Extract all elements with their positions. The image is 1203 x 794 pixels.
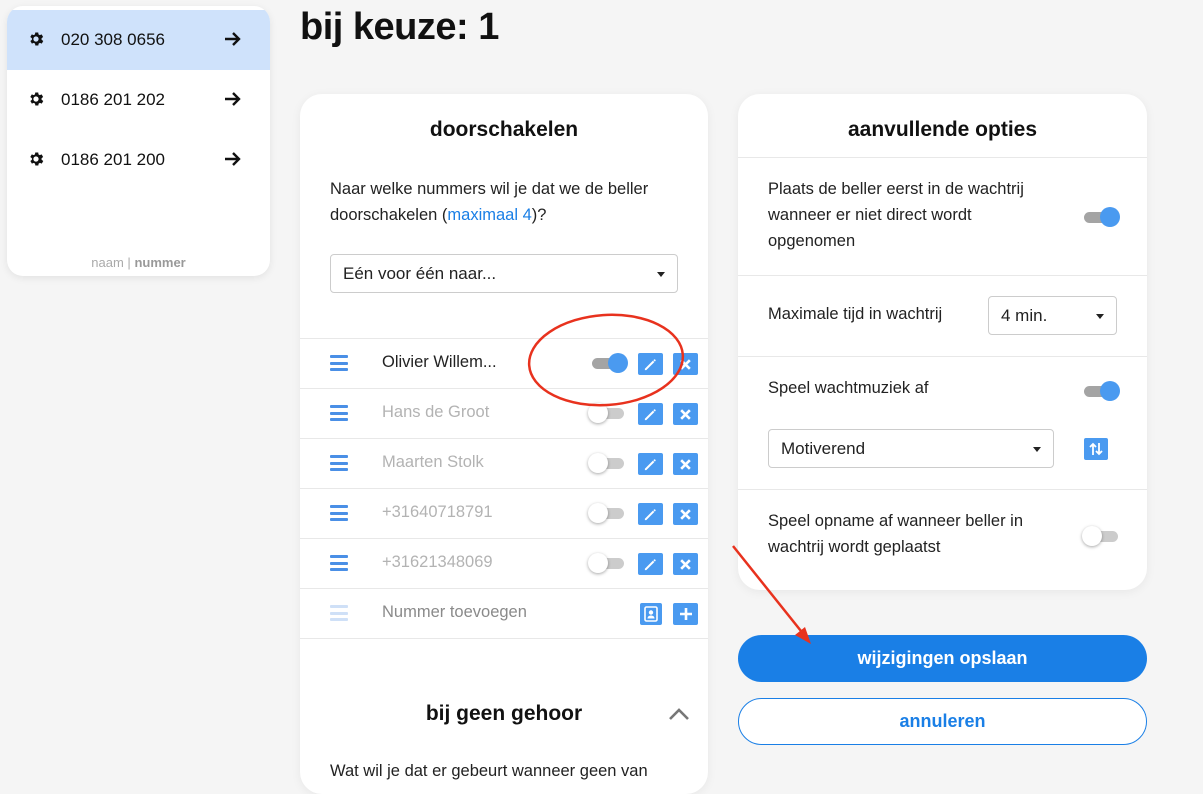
contact-name: +31640718791: [382, 503, 493, 521]
forwarding-question: Naar welke nummers wil je dat we de bell…: [330, 176, 690, 228]
max-wait-select[interactable]: 4 min.: [988, 296, 1117, 335]
options-card: aanvullende opties Plaats de beller eers…: [738, 94, 1147, 590]
number-label: 0186 201 202: [61, 90, 165, 109]
max-link[interactable]: maximaal 4: [447, 206, 531, 224]
close-icon: [680, 458, 691, 470]
drag-handle-icon[interactable]: [330, 505, 348, 521]
chevron-up-icon[interactable]: [668, 707, 690, 721]
arrow-right-icon[interactable]: [223, 29, 243, 49]
drag-handle-icon[interactable]: [330, 555, 348, 571]
delete-button[interactable]: [673, 453, 698, 475]
pencil-icon: [644, 358, 656, 370]
delete-button[interactable]: [673, 503, 698, 525]
edit-button[interactable]: [638, 503, 663, 525]
page-title: bij keuze: 1: [300, 6, 499, 48]
contact-row: Maarten Stolk: [300, 438, 708, 488]
music-sort-button[interactable]: [1084, 438, 1108, 460]
drag-handle-icon[interactable]: [330, 405, 348, 421]
question-end: )?: [531, 206, 547, 224]
music-value: Motiverend: [781, 438, 866, 458]
add-button[interactable]: [673, 603, 698, 625]
no-answer-question: Wat wil je dat er gebeurt wanneer geen v…: [330, 762, 648, 780]
contact-name: Olivier Willem...: [382, 353, 497, 371]
pencil-icon: [644, 558, 656, 570]
contact-toggle[interactable]: [588, 552, 626, 574]
gear-icon[interactable]: [27, 90, 45, 108]
close-icon: [680, 558, 691, 570]
edit-button[interactable]: [638, 553, 663, 575]
close-icon: [680, 508, 691, 520]
gear-icon[interactable]: [27, 150, 45, 168]
caret-down-icon: [1033, 446, 1041, 452]
sort-arrows-icon: [1089, 442, 1103, 456]
divider: [738, 489, 1147, 490]
close-icon: [680, 408, 691, 420]
pencil-icon: [644, 408, 656, 420]
contact-row: Hans de Groot: [300, 388, 708, 438]
contact-toggle[interactable]: [588, 502, 626, 524]
contact-row: Olivier Willem...: [300, 338, 708, 388]
music-toggle[interactable]: [1082, 380, 1120, 402]
caret-down-icon: [1096, 313, 1104, 319]
gear-icon[interactable]: [27, 30, 45, 48]
caret-down-icon: [657, 271, 665, 277]
close-icon: [680, 358, 691, 370]
sort-separator: |: [127, 255, 131, 270]
divider: [738, 157, 1147, 158]
number-label: 020 308 0656: [61, 30, 165, 49]
max-wait-value: 4 min.: [1001, 305, 1048, 325]
contact-name: +31621348069: [382, 553, 493, 571]
contact-name: Maarten Stolk: [382, 453, 484, 471]
edit-button[interactable]: [638, 453, 663, 475]
cancel-button[interactable]: annuleren: [738, 698, 1147, 745]
number-list-panel: 020 308 0656 0186 201 202 0186 201 200 n…: [7, 6, 270, 276]
pencil-icon: [644, 458, 656, 470]
plus-icon: [679, 608, 692, 620]
add-number-placeholder[interactable]: Nummer toevoegen: [382, 603, 527, 622]
pencil-icon: [644, 508, 656, 520]
edit-button[interactable]: [638, 403, 663, 425]
delete-button[interactable]: [673, 553, 698, 575]
number-label: 0186 201 200: [61, 150, 165, 169]
contact-toggle[interactable]: [588, 402, 626, 424]
options-title: aanvullende opties: [847, 118, 1038, 141]
recording-toggle[interactable]: [1082, 525, 1120, 547]
delete-button[interactable]: [673, 403, 698, 425]
queue-first-label: Plaats de beller eerst in de wachtrij wa…: [768, 180, 1024, 250]
contact-name: Hans de Groot: [382, 403, 490, 421]
sort-by-number[interactable]: nummer: [134, 255, 185, 270]
drag-handle-icon[interactable]: [330, 355, 348, 371]
save-button[interactable]: wijzigingen opslaan: [738, 635, 1147, 682]
max-wait-label: Maximale tijd in wachtrij: [768, 305, 943, 323]
number-item-0[interactable]: 020 308 0656: [7, 10, 270, 70]
delete-button[interactable]: [673, 353, 698, 375]
sort-toggle[interactable]: naam | nummer: [7, 255, 270, 270]
contact-row: +31621348069: [300, 538, 708, 588]
forwarding-title: doorschakelen: [429, 118, 579, 141]
drag-handle-icon[interactable]: [330, 455, 348, 471]
forwarding-mode-value: Eén voor één naar...: [343, 263, 497, 283]
drag-handle-icon: [330, 605, 348, 621]
divider: [738, 356, 1147, 357]
sort-by-name[interactable]: naam: [91, 255, 124, 270]
forwarding-mode-select[interactable]: Eén voor één naar...: [330, 254, 678, 293]
address-book-icon: [644, 606, 658, 622]
recording-label: Speel opname af wanneer beller in wachtr…: [768, 512, 1024, 556]
contact-row: +31640718791: [300, 488, 708, 538]
music-select[interactable]: Motiverend: [768, 429, 1054, 468]
edit-button[interactable]: [638, 353, 663, 375]
contacts-book-button[interactable]: [640, 603, 662, 625]
forwarding-card: doorschakelen Naar welke nummers wil je …: [300, 94, 708, 794]
number-item-2[interactable]: 0186 201 200: [7, 130, 270, 190]
no-answer-title: bij geen gehoor: [425, 702, 583, 725]
contact-toggle[interactable]: [588, 452, 626, 474]
music-label: Speel wachtmuziek af: [768, 379, 929, 397]
number-item-1[interactable]: 0186 201 202: [7, 70, 270, 130]
add-number-row[interactable]: Nummer toevoegen: [300, 588, 708, 639]
arrow-right-icon[interactable]: [223, 149, 243, 169]
arrow-right-icon[interactable]: [223, 89, 243, 109]
queue-first-toggle[interactable]: [1082, 206, 1120, 228]
contact-toggle[interactable]: [590, 352, 628, 374]
divider: [738, 275, 1147, 276]
